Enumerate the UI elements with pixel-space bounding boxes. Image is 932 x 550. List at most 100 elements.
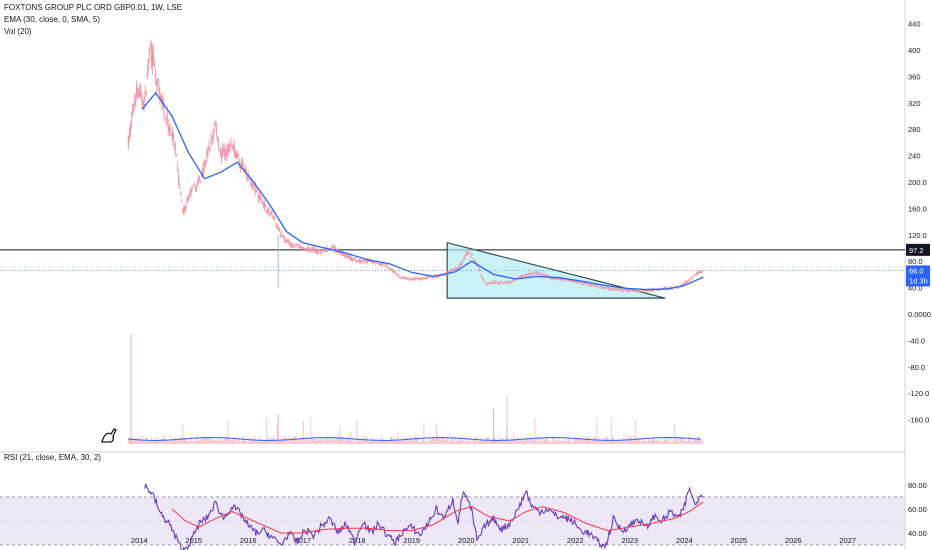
volume-bar bbox=[318, 438, 320, 444]
volume-bar bbox=[289, 440, 291, 444]
candle-body bbox=[578, 281, 580, 284]
candle-body bbox=[177, 166, 179, 168]
dino-icon bbox=[101, 428, 117, 443]
candle-body bbox=[402, 276, 404, 278]
volume-bar bbox=[562, 439, 564, 444]
candle-body bbox=[565, 280, 568, 282]
volume-bar bbox=[243, 436, 245, 444]
volume-bar bbox=[324, 437, 326, 444]
candle-body bbox=[206, 152, 208, 157]
candle-body bbox=[282, 236, 285, 238]
candle-body bbox=[233, 145, 235, 151]
volume-bar bbox=[681, 438, 683, 444]
candle-body bbox=[471, 254, 473, 256]
x-tick-label-13: 2027 bbox=[839, 536, 856, 545]
candle-body bbox=[358, 259, 360, 263]
volume-bar bbox=[685, 441, 687, 444]
price-tick-label-8: 160.0 bbox=[908, 204, 927, 213]
volume-bar bbox=[222, 441, 224, 444]
candle-body bbox=[555, 278, 557, 280]
volume-bar bbox=[482, 440, 484, 444]
volume-bar bbox=[323, 441, 325, 444]
volume-bar bbox=[616, 440, 618, 444]
volume-bar bbox=[359, 440, 361, 444]
volume-bar bbox=[206, 437, 208, 444]
rsi-tick-label-1: 60.00 bbox=[908, 505, 927, 514]
ema-line[interactable] bbox=[141, 91, 704, 291]
volume-bar bbox=[276, 424, 278, 444]
volume-bar bbox=[302, 421, 304, 444]
candle-body bbox=[396, 273, 398, 275]
candle-body bbox=[155, 74, 157, 78]
volume-bar bbox=[464, 436, 466, 444]
symbol-legend[interactable]: FOXTONS GROUP PLC ORD GBP0.01, 1W, LSE bbox=[4, 3, 182, 12]
candle-body bbox=[321, 249, 323, 251]
volume-bar bbox=[686, 440, 688, 444]
candle-body bbox=[582, 283, 584, 285]
candle-body bbox=[584, 282, 586, 285]
volume-bar bbox=[667, 437, 669, 444]
volume-bar bbox=[585, 439, 587, 444]
volume-legend[interactable]: Vol (20) bbox=[4, 27, 32, 36]
candle-body bbox=[299, 246, 301, 249]
volume-bar bbox=[374, 438, 376, 444]
volume-bar bbox=[530, 439, 532, 444]
candle-body bbox=[288, 241, 290, 244]
candle-body bbox=[428, 276, 430, 278]
volume-bar bbox=[440, 440, 442, 444]
candle-body bbox=[538, 273, 540, 275]
price-tick-label-3: 360 bbox=[908, 72, 921, 81]
candle-body bbox=[644, 290, 646, 292]
candle-body bbox=[401, 278, 403, 280]
volume-bar bbox=[417, 438, 419, 444]
volume-bar bbox=[391, 437, 393, 444]
volume-bar bbox=[192, 440, 194, 444]
volume-bar bbox=[326, 438, 328, 444]
candle-body bbox=[303, 248, 306, 250]
volume-bar bbox=[445, 440, 447, 444]
candle-body bbox=[173, 144, 176, 146]
volume-bar bbox=[315, 441, 317, 444]
volume-bar bbox=[648, 440, 650, 444]
candle-body bbox=[619, 288, 621, 290]
candle-body bbox=[459, 262, 462, 265]
volume-bar bbox=[298, 436, 300, 444]
candle-body bbox=[488, 282, 490, 284]
candle-body bbox=[620, 288, 622, 291]
volume-bar bbox=[572, 441, 574, 444]
candle-body bbox=[533, 273, 535, 275]
candle-body bbox=[591, 285, 593, 287]
volume-bar bbox=[248, 436, 250, 444]
candle-body bbox=[180, 193, 182, 196]
candle-body bbox=[553, 278, 555, 280]
chart-canvas[interactable]: 440 400 360 320 280 240 200.0 160.0 120.0 80.0 40.… bbox=[0, 0, 932, 550]
volume-bar bbox=[237, 441, 239, 444]
ema-legend[interactable]: EMA (30, close, 0, SMA, 5) bbox=[4, 15, 100, 24]
candle-body bbox=[376, 262, 378, 264]
candle-body bbox=[545, 274, 548, 276]
candle-body bbox=[138, 92, 140, 96]
candle-body bbox=[596, 284, 598, 286]
rsi-legend[interactable]: RSI (21, close, EMA, 30, 2) bbox=[4, 453, 101, 462]
volume-bar bbox=[549, 441, 551, 444]
volume-bar bbox=[633, 436, 635, 444]
volume-bar bbox=[541, 441, 543, 444]
volume-bar bbox=[443, 437, 445, 444]
candle-body bbox=[179, 185, 181, 187]
candle-body bbox=[501, 281, 504, 284]
volume-bar bbox=[689, 436, 691, 444]
candle-body bbox=[537, 273, 539, 275]
volume-bar bbox=[410, 437, 412, 444]
volume-bar bbox=[564, 438, 566, 444]
volume-bar bbox=[645, 441, 647, 444]
candle-body bbox=[164, 116, 166, 118]
x-tick-label-8: 2022 bbox=[567, 536, 584, 545]
candle-body bbox=[354, 258, 356, 260]
candle-body bbox=[477, 267, 480, 269]
volume-bar bbox=[431, 437, 433, 444]
volume-bar bbox=[297, 441, 299, 444]
candle-body bbox=[272, 216, 274, 218]
candle-body bbox=[217, 140, 220, 147]
candle-body bbox=[151, 51, 154, 66]
candle-body bbox=[362, 260, 364, 262]
